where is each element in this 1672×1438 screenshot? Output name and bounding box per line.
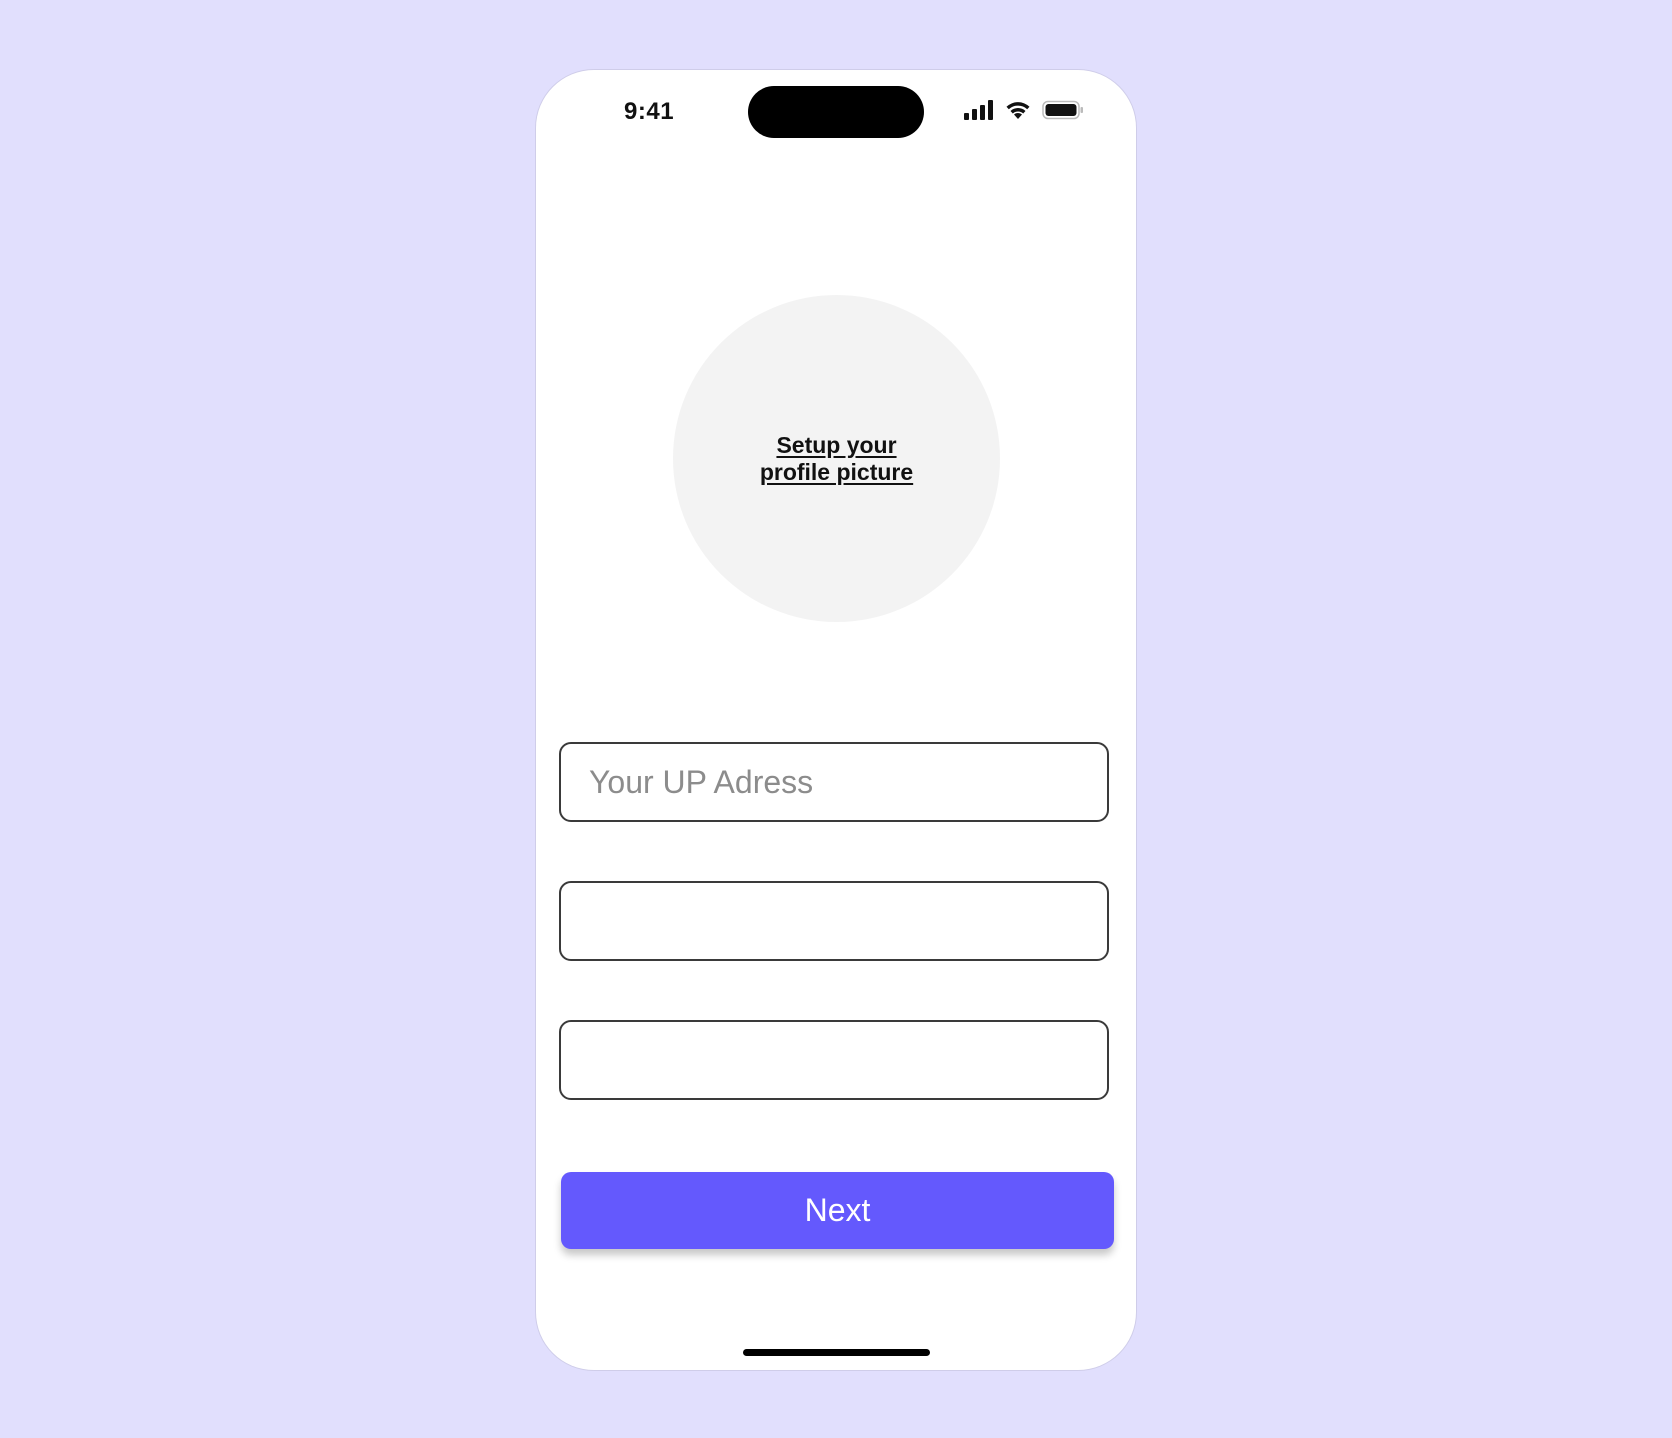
second-input[interactable]	[559, 881, 1109, 961]
status-icons	[964, 100, 1084, 120]
battery-icon	[1042, 100, 1084, 120]
dynamic-island	[748, 86, 924, 138]
wifi-icon	[1004, 100, 1032, 120]
profile-picture-placeholder[interactable]: Setup your profile picture	[673, 295, 1000, 622]
status-time: 9:41	[624, 98, 675, 125]
setup-profile-picture-link[interactable]: Setup your profile picture	[747, 432, 927, 486]
next-button[interactable]: Next	[561, 1172, 1114, 1249]
setup-label-line2: profile picture	[759, 458, 914, 485]
home-indicator[interactable]	[743, 1349, 930, 1356]
third-input[interactable]	[559, 1020, 1109, 1100]
up-address-input[interactable]	[559, 742, 1109, 822]
cellular-signal-icon	[964, 100, 994, 120]
setup-label-line1: Setup your	[776, 431, 897, 458]
phone-screen: 9:41 Setup your profile picture Your UP …	[536, 70, 1136, 1370]
